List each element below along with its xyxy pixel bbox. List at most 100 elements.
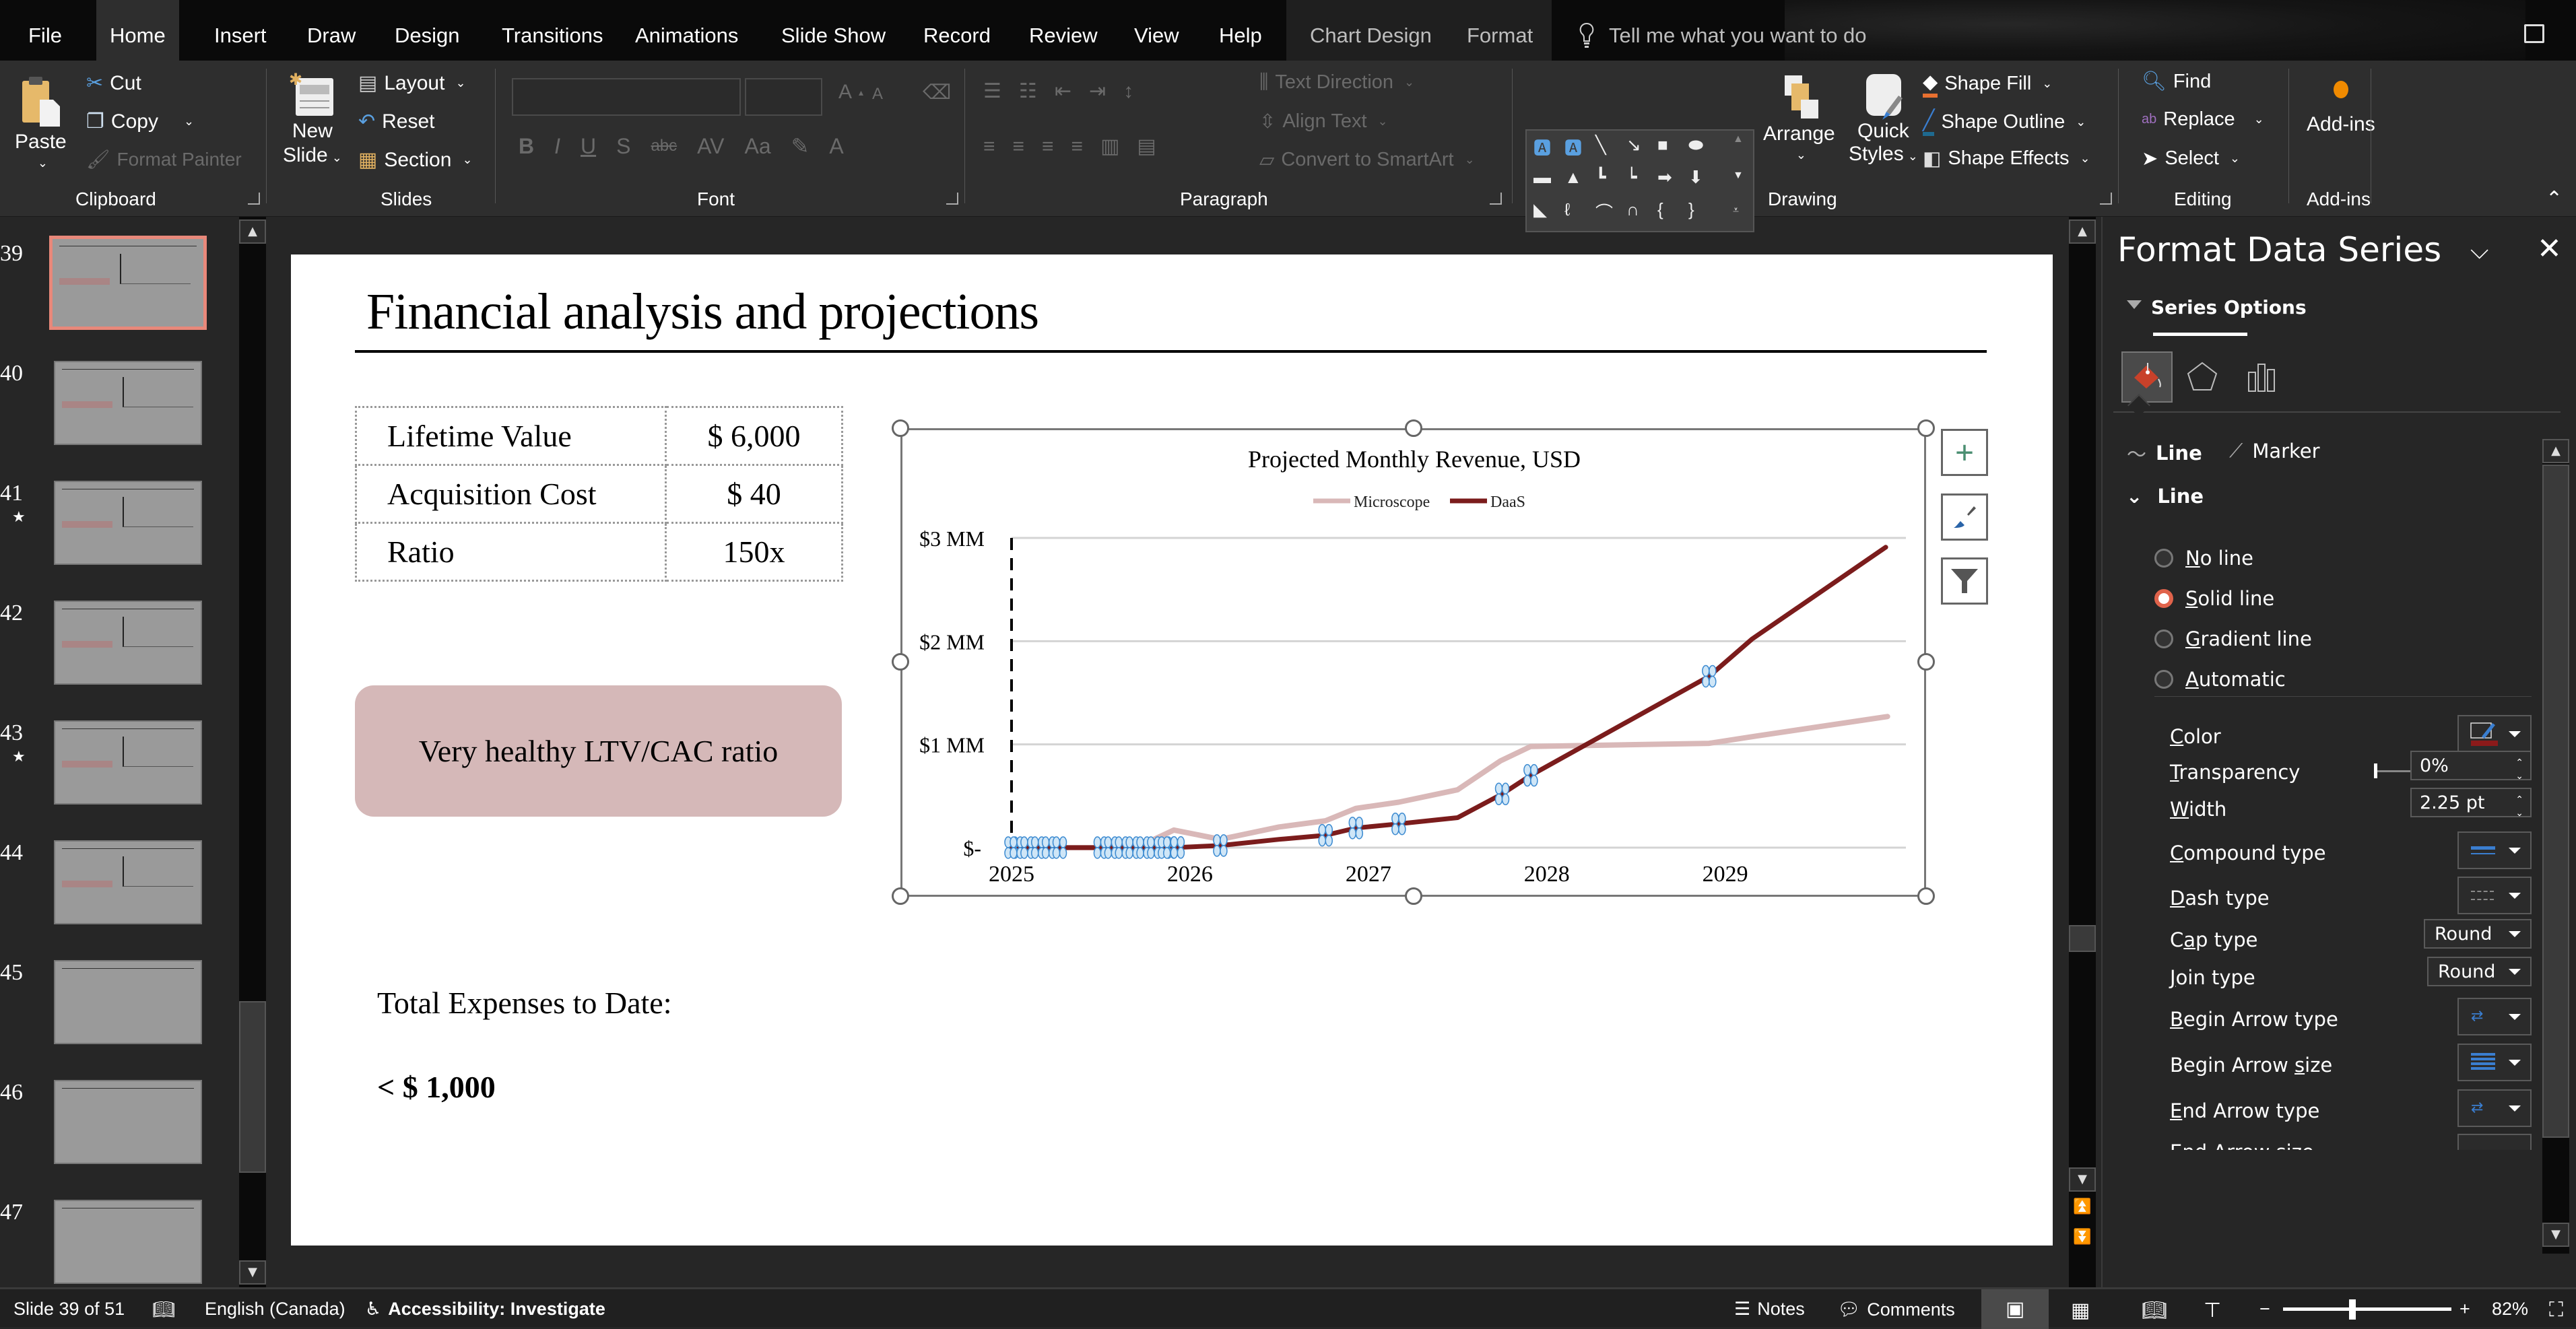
resize-handle[interactable] (1917, 887, 1935, 905)
tab-transitions[interactable]: Transitions (488, 0, 616, 61)
end-arrow-size-dropdown[interactable] (2457, 1134, 2532, 1150)
slide-thumbnail[interactable] (54, 720, 202, 805)
convert-smartart-button[interactable]: ▱Convert to SmartArt⌄ (1259, 148, 1475, 172)
resize-handle[interactable] (892, 419, 909, 437)
zoom-level[interactable]: 82% (2492, 1299, 2528, 1320)
transparency-input[interactable]: 0%⌃⌄ (2410, 751, 2532, 780)
tab-review[interactable]: Review (1016, 0, 1111, 61)
new-slide-button[interactable]: ✱ New Slide⌄ (283, 70, 342, 167)
elbow-connector-shape-icon[interactable]: ┗ (1595, 167, 1606, 188)
accessibility-checker[interactable]: ♿︎Accessibility: Investigate (365, 1299, 605, 1320)
slider-thumb[interactable] (2374, 763, 2377, 778)
radio-button[interactable] (2154, 670, 2173, 689)
shape-effects-button[interactable]: ◧Shape Effects⌄ (1923, 147, 2090, 170)
align-right-icon[interactable]: ≡ (1042, 135, 1054, 158)
begin-arrow-type-dropdown[interactable]: ⇄ (2457, 998, 2532, 1035)
select-button[interactable]: ➤Select⌄ (2142, 147, 2240, 170)
text-box-align-icon[interactable]: ▤ (1137, 135, 1156, 158)
replace-button[interactable]: abReplace⌄ (2142, 108, 2264, 131)
scroll-up-icon[interactable]: ▲ (2542, 439, 2569, 463)
add-ins-button[interactable]: Add-ins (2307, 81, 2375, 136)
gallery-more-icon[interactable]: ⩡ (1733, 205, 1739, 217)
align-left-icon[interactable]: ≡ (983, 135, 995, 158)
reading-view-icon[interactable]: 📖︎ (2142, 1299, 2167, 1322)
scrollbar-thumb[interactable] (2542, 465, 2569, 1138)
tab-view[interactable]: View (1121, 0, 1193, 61)
columns-icon[interactable]: ▥ (1100, 135, 1119, 158)
font-color-button[interactable]: A (829, 134, 843, 159)
thumbnail-scrollbar[interactable]: ▲ ▼ (239, 217, 266, 1287)
copy-button[interactable]: ❐Copy⌄ (86, 110, 194, 133)
tell-me-search[interactable]: Tell me what you want to do (1579, 19, 1867, 53)
normal-view-button[interactable]: ▣ (1981, 1289, 2049, 1329)
previous-slide-icon[interactable]: ⏫ (2069, 1196, 2096, 1221)
left-brace-shape-icon[interactable]: { (1657, 199, 1663, 220)
slide-title[interactable]: Financial analysis and projections (366, 283, 1038, 341)
character-spacing-button[interactable]: AV (697, 134, 724, 159)
radio-button[interactable] (2154, 549, 2173, 568)
shape-fill-button[interactable]: ◆Shape Fill⌄ (1923, 70, 2052, 98)
compound-type-dropdown[interactable] (2457, 831, 2532, 869)
cut-button[interactable]: ✂Cut (86, 71, 141, 95)
arc-shape-icon[interactable]: ⌒ (1595, 199, 1613, 224)
line-spacing-icon[interactable]: ↕ (1123, 80, 1133, 103)
increase-font-size-button[interactable]: A▴ (838, 81, 863, 104)
spin-arrows-icon[interactable]: ⌃⌄ (2515, 756, 2523, 783)
bold-button[interactable]: B (519, 134, 534, 159)
fit-to-window-icon[interactable]: ⛶ (2549, 1299, 2563, 1322)
resize-handle[interactable] (1917, 653, 1935, 671)
highlight-icon[interactable]: ✎ (791, 133, 810, 159)
width-input[interactable]: 2.25 pt⌃⌄ (2410, 788, 2532, 817)
tab-format[interactable]: Format (1453, 0, 1546, 61)
rounded-rectangle-shape-icon[interactable]: ▬ (1533, 167, 1551, 188)
section-button[interactable]: ▦Section⌄ (358, 148, 473, 172)
series-options-chart-tab[interactable] (2236, 351, 2287, 403)
align-text-button[interactable]: ⇳Align Text⌄ (1259, 110, 1388, 133)
down-arrow-shape-icon[interactable]: ⬇ (1688, 167, 1703, 188)
scroll-down-icon[interactable]: ▼ (2542, 1223, 2569, 1247)
elbow-arrow-shape-icon[interactable]: ┕ (1626, 167, 1637, 188)
line-option-automatic[interactable]: Automatic (2154, 668, 2286, 691)
bullets-icon[interactable]: ☰ (983, 79, 1001, 103)
revenue-chart[interactable]: Projected Monthly Revenue, USDMicroscope… (900, 428, 1926, 897)
scrollbar-thumb[interactable] (2069, 925, 2096, 952)
tab-draw[interactable]: Draw (294, 0, 369, 61)
effects-tab[interactable] (2177, 351, 2228, 403)
snip-rectangle-shape-icon[interactable]: ◣ (1533, 199, 1547, 220)
strikethrough-button[interactable]: abc (651, 137, 677, 156)
chart-filters-button[interactable] (1941, 557, 1988, 605)
begin-arrow-size-dropdown[interactable] (2457, 1044, 2532, 1081)
decrease-indent-icon[interactable]: ⇤ (1055, 79, 1071, 103)
fill-line-tab[interactable] (2121, 351, 2173, 403)
tab-design[interactable]: Design (381, 0, 473, 61)
kpi-value[interactable]: 150x (666, 523, 843, 581)
justify-icon[interactable]: ≡ (1071, 135, 1084, 158)
resize-handle[interactable] (1405, 419, 1422, 437)
slide-thumbnail[interactable] (54, 601, 202, 685)
slide-scrollbar[interactable]: ▲ ▼ ⏫ ⏬ (2069, 217, 2096, 1287)
expenses-value[interactable]: < $ 1,000 (377, 1069, 496, 1105)
tab-chart-design[interactable]: Chart Design (1296, 0, 1445, 61)
decrease-font-size-button[interactable]: A (872, 85, 883, 104)
collapse-ribbon-icon[interactable]: ⌃ (2546, 187, 2563, 211)
tab-record[interactable]: Record (910, 0, 1004, 61)
series-options-caret-icon[interactable] (2127, 300, 2142, 309)
font-launcher-icon[interactable] (946, 193, 958, 205)
tab-home[interactable]: Home (96, 0, 179, 61)
clipboard-launcher-icon[interactable] (248, 193, 260, 205)
right-arrow-shape-icon[interactable]: ➡ (1657, 167, 1672, 188)
arrow-line-shape-icon[interactable]: ↘ (1626, 135, 1641, 156)
text-direction-button[interactable]: ⫼Text Direction⌄ (1259, 71, 1414, 94)
zoom-out-button[interactable]: − (2259, 1299, 2270, 1320)
vertical-text-box-shape-icon[interactable]: 🅰 (1564, 135, 1582, 160)
font-name-select[interactable] (512, 78, 741, 116)
radio-button[interactable] (2154, 629, 2173, 648)
resize-handle[interactable] (892, 653, 909, 671)
pane-scrollbar[interactable]: ▲ ▼ (2542, 439, 2569, 1254)
slide-thumbnail[interactable] (49, 236, 207, 330)
increase-indent-icon[interactable]: ⇥ (1089, 79, 1106, 103)
join-type-dropdown[interactable]: Round (2427, 957, 2532, 986)
language-indicator[interactable]: English (Canada) (205, 1299, 345, 1320)
slide-thumbnail[interactable] (54, 481, 202, 565)
kpi-label[interactable]: Acquisition Cost (356, 465, 666, 523)
